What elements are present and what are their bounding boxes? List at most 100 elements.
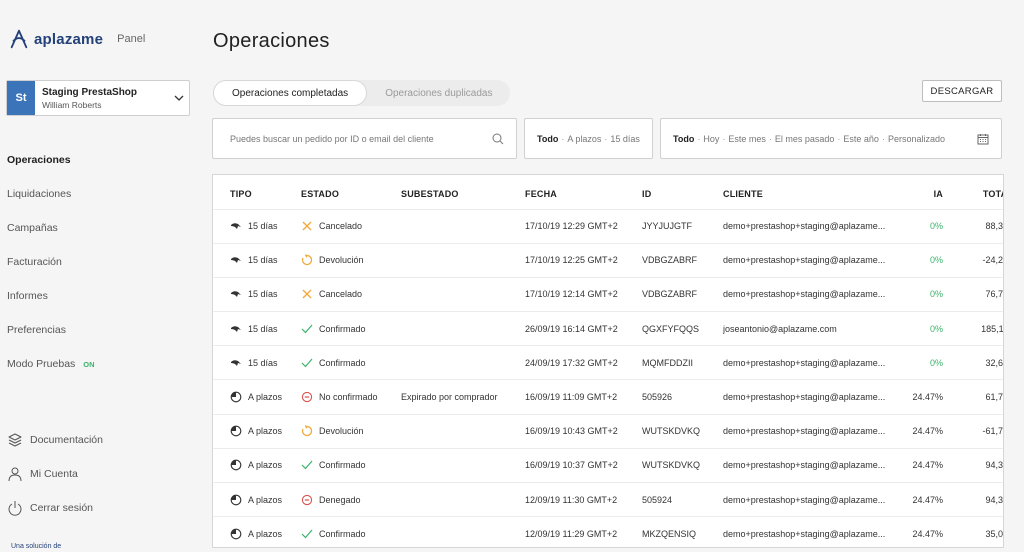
cell-total: 61,70€ [953, 379, 1003, 415]
state-label: Devolución [319, 426, 364, 437]
cell-tipo: 15 días [213, 345, 301, 380]
cell-subestado: Expirado por comprador [401, 379, 525, 415]
state-wrap: Confirmado [301, 528, 401, 540]
state-label: Cancelado [319, 289, 363, 300]
tab-operaciones-duplicadas[interactable]: Operaciones duplicadas [367, 80, 510, 106]
cell-id: 505926 [642, 379, 723, 415]
aplazame-logo-icon [10, 29, 28, 49]
type-label: A plazos [248, 529, 283, 540]
type-wrap: A plazos [230, 528, 301, 540]
type-label: 15 días [248, 289, 278, 300]
header-tipo[interactable]: TIPO [213, 175, 301, 209]
header-id[interactable]: ID [642, 175, 723, 209]
separator: · [722, 133, 726, 144]
download-button[interactable]: DESCARGAR [922, 80, 1002, 102]
header-fecha[interactable]: FECHA [525, 175, 642, 209]
nav-item-operaciones[interactable]: Operaciones [7, 143, 95, 177]
nav-item-liquidaciones[interactable]: Liquidaciones [7, 177, 95, 211]
nav-mi-cuenta[interactable]: Mi Cuenta [7, 457, 103, 491]
tabs: Operaciones completadas Operaciones dupl… [213, 80, 511, 106]
nav-documentacion[interactable]: Documentación [7, 423, 103, 457]
cell-estado: Devolución [301, 413, 401, 449]
cell-estado: Cancelado [301, 276, 401, 312]
date-filter-todo[interactable]: Todo [673, 134, 694, 144]
table-row[interactable]: 15 días Cancelado 17/10/19 12:14 GMT+2 VDBG… [213, 276, 1003, 312]
search-input[interactable] [230, 133, 492, 144]
state-wrap: Cancelado [301, 288, 401, 300]
state-label: Cancelado [319, 221, 363, 232]
power-icon [8, 501, 22, 516]
cell-cliente: demo+prestashop+staging@aplazame... [723, 208, 901, 244]
cell-tipo: A plazos [213, 413, 301, 449]
header-total[interactable]: TOTAL [953, 175, 1003, 209]
brand[interactable]: aplazame Panel [8, 28, 145, 50]
date-filter-este-ano[interactable]: Este año [843, 134, 879, 144]
table-row[interactable]: A plazos Devolución 16/09/19 10:43 GMT+2 WU… [213, 413, 1003, 449]
cell-total: -24,20€ [953, 242, 1003, 278]
nav-item-preferencias[interactable]: Preferencias [7, 313, 95, 347]
type-wrap: 15 días [230, 323, 301, 335]
cell-ia: 0% [901, 208, 953, 244]
table-row[interactable]: A plazos Denegado 12/09/19 11:30 GMT+2 5059… [213, 481, 1003, 517]
cell-total: 94,37€ [953, 481, 1003, 517]
cell-tipo: A plazos [213, 516, 301, 547]
type-filter-15-dias[interactable]: 15 días [610, 134, 640, 144]
nav-item-campanas[interactable]: Campañas [7, 211, 95, 245]
cell-estado: Devolución [301, 242, 401, 278]
type-filter-a-plazos[interactable]: A plazos [567, 134, 601, 144]
sidebar: aplazame Panel St Staging PrestaShop Wil… [0, 0, 200, 552]
separator: · [881, 133, 885, 144]
table-row[interactable]: A plazos Confirmado 12/09/19 11:29 GMT+2 MK… [213, 516, 1003, 547]
type-wrap: 15 días [230, 254, 301, 266]
nav-item-label: Modo Pruebas [7, 358, 76, 370]
cell-id: VDBGZABRF [642, 242, 723, 278]
check-icon [301, 529, 313, 539]
cell-ia: 0% [901, 276, 953, 312]
search-icon[interactable] [492, 133, 504, 145]
state-label: Denegado [319, 494, 361, 505]
header-cliente[interactable]: CLIENTE [723, 175, 901, 209]
cell-estado: Cancelado [301, 208, 401, 244]
tab-operaciones-completadas[interactable]: Operaciones completadas [213, 80, 368, 106]
state-label: Confirmado [319, 357, 366, 368]
header-subestado[interactable]: SUBESTADO [401, 175, 525, 209]
nav-item-modo-pruebas[interactable]: Modo Pruebas ON [7, 347, 95, 381]
date-filter-personalizado[interactable]: Personalizado [888, 134, 945, 144]
nav-item-informes[interactable]: Informes [7, 279, 95, 313]
type-wrap: A plazos [230, 494, 301, 506]
store-selector[interactable]: St Staging PrestaShop William Roberts [6, 80, 190, 116]
swipe-icon [231, 325, 241, 332]
table-row[interactable]: A plazos No confirmado Expirado por compra… [213, 379, 1003, 415]
date-filter-hoy[interactable]: Hoy [703, 134, 719, 144]
type-label: A plazos [248, 392, 283, 403]
table-row[interactable]: 15 días Cancelado 17/10/19 12:29 GMT+2 JYYJ… [213, 208, 1003, 244]
table-row[interactable]: 15 días Devolución 17/10/19 12:25 GMT+2 VDB… [213, 242, 1003, 278]
refresh-icon [301, 254, 313, 266]
nav-label: Cerrar sesión [30, 502, 94, 514]
cell-fecha: 24/09/19 17:32 GMT+2 [525, 345, 642, 380]
cell-fecha: 17/10/19 12:25 GMT+2 [525, 242, 642, 278]
date-filter-mes-pasado[interactable]: El mes pasado [775, 134, 835, 144]
search-box [212, 118, 517, 159]
cell-tipo: 15 días [213, 242, 301, 278]
user-icon [8, 467, 22, 482]
cell-ia: 24.47% [901, 481, 953, 517]
cell-subestado [401, 481, 525, 517]
separator: · [697, 133, 701, 144]
nav-item-facturacion[interactable]: Facturación [7, 245, 95, 279]
cell-subestado [401, 345, 525, 380]
table-row[interactable]: A plazos Confirmado 16/09/19 10:37 GMT+2 WU… [213, 447, 1003, 483]
header-ia[interactable]: IA [901, 175, 953, 209]
cell-id: VDBGZABRF [642, 276, 723, 312]
date-filter-este-mes[interactable]: Este mes [728, 134, 766, 144]
cell-fecha: 26/09/19 16:14 GMT+2 [525, 311, 642, 346]
powered-by: Una solución de [11, 543, 62, 550]
operations-table: TIPO ESTADO SUBESTADO FECHA ID CLIENTE I… [212, 174, 1004, 548]
nav-cerrar-sesion[interactable]: Cerrar sesión [7, 491, 103, 525]
calendar-icon[interactable] [977, 133, 989, 145]
header-estado[interactable]: ESTADO [301, 175, 401, 209]
cell-subestado [401, 311, 525, 346]
table-row[interactable]: 15 días Confirmado 26/09/19 16:14 GMT+2 QGX… [213, 311, 1003, 346]
type-filter-todo[interactable]: Todo [537, 134, 558, 144]
table-row[interactable]: 15 días Confirmado 24/09/19 17:32 GMT+2 MQM… [213, 345, 1003, 380]
